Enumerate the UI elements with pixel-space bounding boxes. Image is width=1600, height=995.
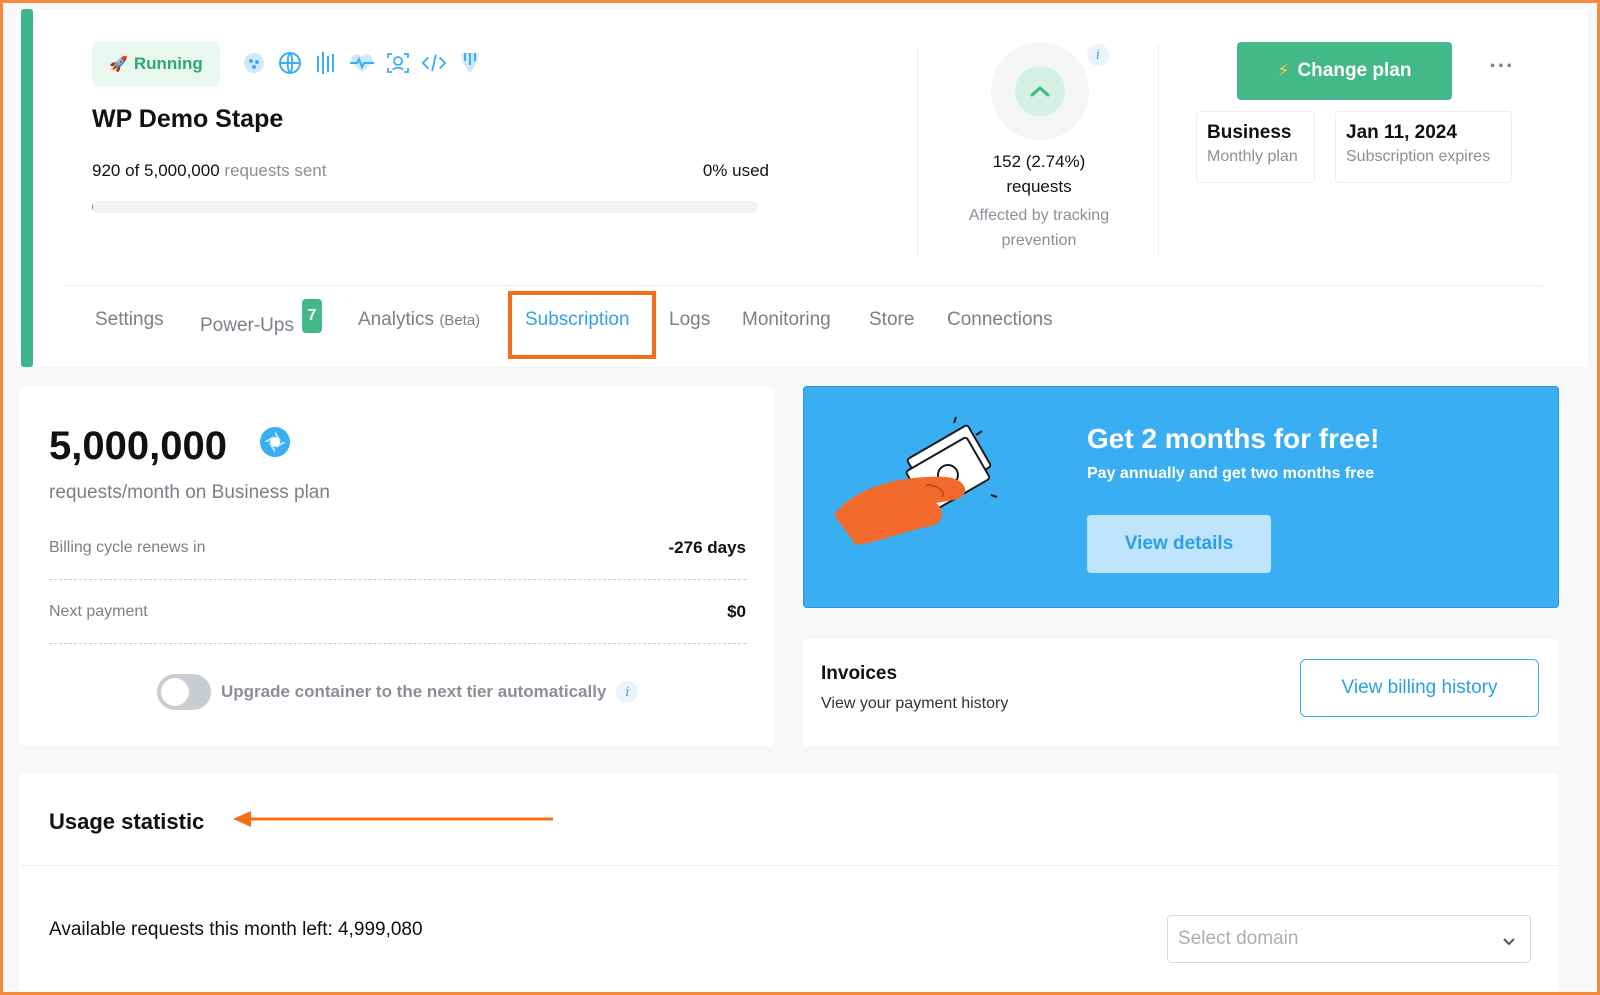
tracking-prevention-indicator xyxy=(991,42,1089,140)
expiry-date: Jan 11, 2024 xyxy=(1346,122,1457,143)
expiry-label: Subscription expires xyxy=(1346,148,1491,165)
requests-usage-text: 920 of 5,000,000 requests sent xyxy=(92,161,327,180)
divider xyxy=(19,865,1559,866)
info-icon[interactable]: i xyxy=(1087,44,1109,66)
available-requests-text: Available requests this month left: 4,99… xyxy=(49,919,423,940)
usage-progress-bar xyxy=(92,201,758,213)
status-label: Running xyxy=(133,54,203,73)
power-up-icons xyxy=(241,49,483,77)
auto-upgrade-label: Upgrade container to the next tier autom… xyxy=(221,682,607,701)
divider xyxy=(1158,45,1159,257)
used-percent: 0% used xyxy=(702,161,769,180)
plan-name: Business xyxy=(1207,122,1292,143)
more-options-icon[interactable]: ··· xyxy=(1487,53,1517,83)
tab-store[interactable]: Store xyxy=(869,309,914,331)
container-header-card: 🚀 Running WP Demo Stape 920 of 5,000,000… xyxy=(17,9,1588,367)
tab-logs[interactable]: Logs xyxy=(669,309,710,331)
status-badge: 🚀 Running xyxy=(92,42,220,86)
cluster-icon[interactable] xyxy=(241,49,267,77)
promo-title: Get 2 months for free! xyxy=(1087,423,1380,454)
usage-statistic-card: Usage statistic Available requests this … xyxy=(19,773,1559,992)
annotation-arrow-icon xyxy=(231,807,555,832)
requests-per-month: 5,000,000 xyxy=(49,424,227,468)
divider xyxy=(63,285,1543,286)
tab-monitoring[interactable]: Monitoring xyxy=(742,309,831,331)
divider xyxy=(917,45,918,257)
face-scan-icon[interactable] xyxy=(385,49,411,77)
aperture-icon xyxy=(259,426,291,463)
code-icon[interactable] xyxy=(421,49,447,77)
tab-settings[interactable]: Settings xyxy=(95,309,164,331)
tab-power-ups[interactable]: Power-Ups 7 xyxy=(200,299,322,337)
barcode-icon[interactable] xyxy=(313,49,339,77)
heart-pulse-icon[interactable] xyxy=(349,49,375,77)
tracking-prevention-value: 152 (2.74%) requests xyxy=(992,152,1086,196)
auto-upgrade-setting: Upgrade container to the next tier autom… xyxy=(157,674,639,710)
toggle-knob xyxy=(161,678,189,706)
tracking-prevention-caption: Affected by tracking prevention xyxy=(968,207,1110,249)
next-payment-row: Next payment $0 xyxy=(49,580,746,644)
plan-info-box: Business Monthly plan xyxy=(1196,111,1315,183)
promo-subtitle: Pay annually and get two months free xyxy=(1087,465,1375,482)
expiry-info-box: Jan 11, 2024 Subscription expires xyxy=(1335,111,1512,183)
info-icon[interactable]: i xyxy=(616,681,639,703)
chevron-down-icon xyxy=(1502,931,1516,953)
subscription-card: 5,000,000 requests/month on Business pla… xyxy=(19,386,775,746)
tab-connections[interactable]: Connections xyxy=(947,309,1053,331)
lightning-icon: ⚡ xyxy=(1277,61,1290,80)
billing-cycle-row: Billing cycle renews in -276 days xyxy=(49,516,746,580)
power-ups-count-badge: 7 xyxy=(301,299,322,333)
plan-period: Monthly plan xyxy=(1207,148,1298,165)
globe-icon[interactable] xyxy=(277,49,303,77)
chevron-up-icon xyxy=(1015,66,1065,116)
rocket-icon: 🚀 xyxy=(109,56,128,73)
annual-promo-banner: Get 2 months for free! Pay annually and … xyxy=(803,386,1559,608)
invoices-card: Invoices View your payment history View … xyxy=(803,639,1559,746)
invoices-subtitle: View your payment history xyxy=(821,695,1009,712)
plugin-icon[interactable] xyxy=(457,49,483,77)
plan-caption: requests/month on Business plan xyxy=(49,482,330,503)
status-accent-bar xyxy=(21,9,33,367)
auto-upgrade-toggle[interactable] xyxy=(157,674,211,710)
subscription-tab-highlight xyxy=(508,291,656,359)
app-frame: 🚀 Running WP Demo Stape 920 of 5,000,000… xyxy=(0,0,1600,995)
tab-analytics[interactable]: Analytics (Beta) xyxy=(358,309,480,331)
change-plan-button[interactable]: ⚡ Change plan xyxy=(1237,42,1452,100)
view-billing-history-button[interactable]: View billing history xyxy=(1300,659,1539,717)
money-hand-illustration xyxy=(826,415,1036,580)
view-details-button[interactable]: View details xyxy=(1087,515,1271,573)
domain-select[interactable]: Select domain xyxy=(1167,915,1531,963)
invoices-title: Invoices xyxy=(821,663,898,684)
container-name: WP Demo Stape xyxy=(92,105,284,133)
usage-title: Usage statistic xyxy=(49,809,205,834)
